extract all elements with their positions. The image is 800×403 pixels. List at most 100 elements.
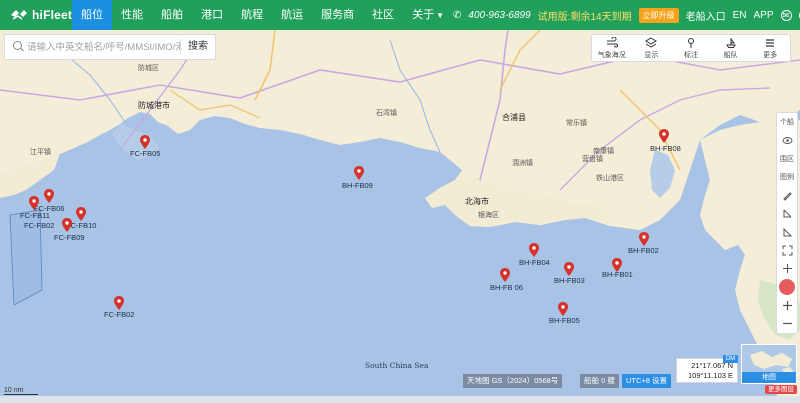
vessel-label[interactable]: BH-FB05	[549, 316, 580, 325]
vessel-label[interactable]: FC-FB05	[130, 149, 160, 158]
place-label: 北海市	[465, 197, 489, 206]
vessel-label[interactable]: BH-FB09	[342, 181, 373, 190]
vessel-label[interactable]: BH-FB 06	[490, 283, 523, 292]
map-canvas[interactable]: South China Sea 防城港市 防城区 江平镇 北海市 银海区 合浦县…	[0, 30, 800, 403]
ship-count: 船舶 0 艘	[580, 374, 619, 388]
place-label: 江平镇	[30, 149, 51, 156]
tool-fleet[interactable]: 船队	[711, 35, 751, 61]
rail-legend[interactable]: 图例	[776, 168, 798, 186]
coord-format-toggle[interactable]: DM	[723, 355, 738, 363]
tool-annotate[interactable]: 标注	[671, 35, 711, 61]
vessel-marker-icon[interactable]	[354, 166, 364, 180]
message-icon[interactable]: ✉	[780, 9, 792, 21]
search-icon	[11, 39, 27, 55]
rail-fullscreen[interactable]	[776, 241, 798, 259]
vessel-marker-icon[interactable]	[529, 243, 539, 257]
rail-area-label: 围区	[780, 155, 794, 163]
nav-item-about[interactable]: 关于 ▼	[403, 0, 453, 30]
tool-more-label: 更多	[763, 51, 778, 59]
nav-item-position[interactable]: 船位	[72, 0, 113, 30]
upgrade-button[interactable]: 立即升级	[638, 7, 679, 23]
zoom-out-icon	[782, 323, 792, 325]
old-entry-link[interactable]: 老船入口	[686, 8, 726, 23]
zoom-in-button[interactable]	[776, 296, 798, 314]
rail-triangle[interactable]	[776, 223, 798, 241]
vessel-label[interactable]: BH-FB03	[554, 276, 585, 285]
place-label: 南康镇	[593, 148, 614, 155]
search-button[interactable]: 搜索	[180, 39, 215, 55]
vessel-label[interactable]: BH-FB02	[628, 246, 659, 255]
vessel-label[interactable]: BH-FB01	[602, 270, 633, 279]
menu-icon	[766, 38, 775, 47]
pencil-icon	[782, 192, 792, 201]
vessel-marker-icon[interactable]	[44, 189, 54, 203]
nav-item-ports[interactable]: 港口	[192, 0, 232, 30]
sea-name-label: South China Sea	[365, 361, 429, 370]
nav-item-performance[interactable]: 性能	[112, 0, 152, 30]
place-label: 铁山港区	[596, 175, 624, 182]
eye-icon	[782, 136, 792, 144]
nav-item-service-providers[interactable]: 服务商	[312, 0, 363, 30]
ship-search-box: 搜索	[4, 34, 216, 60]
vessel-marker-icon[interactable]	[564, 262, 574, 276]
coord-longitude: 109°11.103 E	[688, 371, 733, 380]
pin-icon	[687, 37, 694, 48]
place-label: 石湾镇	[376, 110, 397, 117]
search-input[interactable]	[27, 41, 180, 53]
rail-measure[interactable]	[776, 205, 798, 223]
nav-item-voyage[interactable]: 航程	[232, 0, 272, 30]
brand-logo[interactable]: hiFleet	[0, 8, 72, 22]
vessel-label[interactable]: FC-FB02	[104, 310, 134, 319]
top-navigation-bar: hiFleet 船位 性能 船舶 港口 航程 航运 服务商 社区 关于 ▼ ✆ 4…	[0, 0, 800, 30]
tool-weather-label: 气象海况	[597, 51, 626, 59]
vessel-marker-icon[interactable]	[62, 218, 72, 232]
rail-area[interactable]: 围区	[776, 150, 798, 168]
place-label: 防城港市	[138, 101, 170, 110]
vessel-label[interactable]: BH-FB08	[650, 144, 681, 153]
basemap-label: 地图	[742, 372, 796, 383]
language-switch[interactable]: EN	[733, 10, 747, 21]
rail-view[interactable]	[776, 131, 798, 149]
nav-item-community[interactable]: 社区	[363, 0, 403, 30]
vessel-marker-icon[interactable]	[76, 207, 86, 221]
basemap-switcher[interactable]: 地图	[741, 344, 797, 384]
place-label: 涠洲镇	[512, 160, 533, 167]
vessel-marker-icon[interactable]	[500, 268, 510, 282]
tool-more[interactable]: 更多	[750, 35, 790, 61]
zoom-out-button[interactable]	[776, 315, 798, 333]
top-right-actions: ✆ 400-963-6899 试用版:剩余14天到期 立即升级 老船入口 EN …	[453, 7, 800, 23]
rail-add[interactable]	[776, 260, 798, 278]
phone-icon: ✆	[453, 9, 462, 21]
rail-legend-label: 图例	[780, 174, 794, 182]
vessel-marker-icon[interactable]	[140, 135, 150, 149]
vessel-marker-icon[interactable]	[639, 232, 649, 246]
rail-single-ship[interactable]: 个船	[776, 113, 798, 131]
plus-icon	[782, 264, 792, 274]
tool-weather[interactable]: 气象海况	[592, 35, 632, 61]
rail-draw[interactable]	[776, 186, 798, 204]
more-layers-button[interactable]: 更多图层	[765, 385, 797, 394]
vessel-label[interactable]: FC-FB11	[20, 211, 50, 220]
tool-display[interactable]: 显示	[632, 35, 672, 61]
wind-icon	[606, 36, 618, 47]
trial-status[interactable]: 试用版:剩余14天到期	[538, 8, 632, 23]
vessel-label[interactable]: FC-FB02	[24, 221, 54, 230]
rail-single-ship-label: 个船	[780, 119, 794, 127]
ship-icon	[725, 37, 736, 48]
utc-setting-button[interactable]: UTC+8 设置	[622, 374, 672, 388]
hifleet-logo-icon	[10, 8, 28, 22]
vessel-label[interactable]: BH-FB04	[519, 258, 550, 267]
rail-sos[interactable]	[776, 278, 798, 296]
nav-item-shipping[interactable]: 航运	[272, 0, 312, 30]
nav-item-ships[interactable]: 船舶	[152, 0, 192, 30]
ruler-icon	[783, 209, 791, 218]
fullscreen-icon	[782, 245, 792, 256]
vessel-marker-icon[interactable]	[659, 129, 669, 143]
vessel-marker-icon[interactable]	[114, 296, 124, 310]
place-label: 防城区	[138, 65, 159, 72]
map-base-layer	[0, 30, 800, 403]
vessel-label[interactable]: FC-FB09	[54, 233, 84, 242]
vessel-marker-icon[interactable]	[558, 302, 568, 316]
vessel-marker-icon[interactable]	[29, 196, 39, 210]
app-link[interactable]: APP	[753, 10, 773, 21]
